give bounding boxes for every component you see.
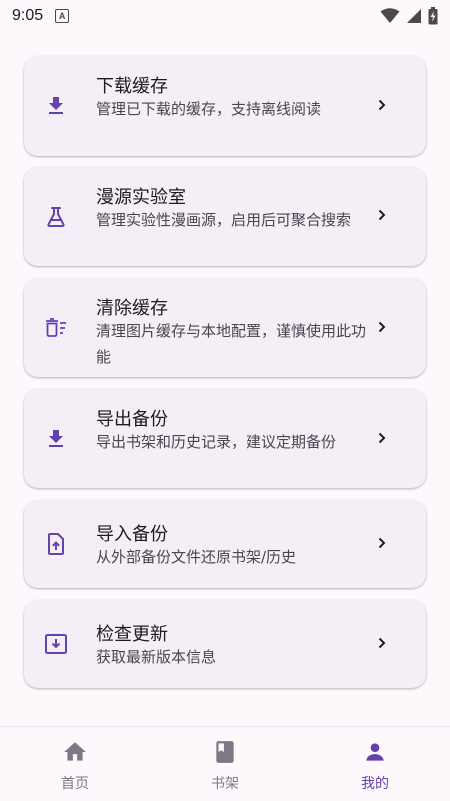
status-time: 9:05	[12, 7, 44, 24]
nav-item-bookshelf[interactable]: 书架	[150, 727, 300, 801]
file-upload-icon	[48, 533, 64, 555]
chevron-right-icon	[378, 637, 386, 649]
system-update-icon	[45, 634, 67, 654]
menu-item-description: 获取最新版本信息	[96, 648, 217, 666]
signal-icon	[407, 9, 421, 23]
chevron-right-icon	[378, 321, 386, 333]
menu-item-title: 检查更新	[96, 624, 168, 645]
download-icon	[49, 97, 63, 114]
notification-icon: A	[55, 9, 70, 23]
menu-item-description: 管理实验性漫画源，启用后可聚合搜索	[96, 211, 352, 229]
wifi-icon	[380, 8, 400, 23]
chevron-right-icon	[378, 432, 386, 444]
menu-item-source-lab[interactable]: 漫源实验室 管理实验性漫画源，启用后可聚合搜索	[24, 167, 426, 266]
menu-item-export-backup[interactable]: 导出备份 导出书架和历史记录，建议定期备份	[24, 389, 426, 488]
chevron-right-icon	[378, 537, 386, 549]
menu-item-description: 导出书架和历史记录，建议定期备份	[96, 433, 337, 451]
download-icon	[49, 430, 63, 447]
bottom-nav: 首页 书架 我的	[0, 726, 450, 801]
chevron-right-icon	[378, 99, 386, 111]
menu-item-title: 清除缓存	[96, 298, 168, 319]
chevron-right-icon	[378, 209, 386, 221]
flask-icon	[47, 207, 65, 227]
menu-item-title: 导入备份	[96, 524, 168, 545]
book-icon	[216, 741, 234, 763]
battery-icon	[428, 7, 438, 25]
menu-item-description: 管理已下载的缓存，支持离线阅读	[96, 100, 322, 118]
menu-item-clear-cache[interactable]: 清除缓存 清理图片缓存与本地配置，谨慎使用此功能	[24, 278, 426, 377]
menu-item-description: 从外部备份文件还原书架/历史	[96, 548, 297, 566]
nav-label: 书架	[211, 776, 239, 792]
menu-item-title: 漫源实验室	[96, 187, 186, 208]
menu-item-description: 清理图片缓存与本地配置，谨慎使用此功能	[96, 322, 367, 366]
home-icon	[64, 742, 86, 761]
delete-sweep-icon	[46, 318, 66, 337]
nav-label: 我的	[361, 776, 389, 792]
status-bar: 9:05 A	[0, 0, 450, 32]
nav-item-home[interactable]: 首页	[0, 727, 150, 801]
menu-item-title: 导出备份	[96, 409, 168, 430]
menu-item-title: 下载缓存	[96, 76, 168, 97]
menu-item-import-backup[interactable]: 导入备份 从外部备份文件还原书架/历史	[24, 500, 426, 588]
nav-label: 首页	[61, 776, 89, 792]
nav-item-mine[interactable]: 我的	[300, 727, 450, 801]
person-icon	[366, 743, 384, 761]
menu-item-download-cache[interactable]: 下载缓存 管理已下载的缓存，支持离线阅读	[24, 56, 426, 156]
menu-item-check-update[interactable]: 检查更新 获取最新版本信息	[24, 600, 426, 688]
